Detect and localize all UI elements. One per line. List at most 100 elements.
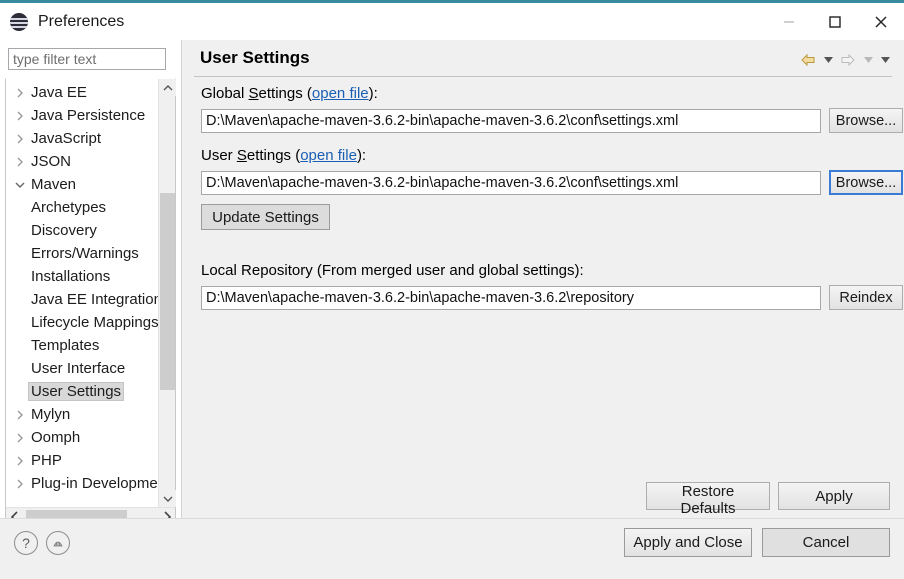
user-settings-path-input[interactable] xyxy=(201,170,821,195)
sidebar-item-label: JavaScript xyxy=(31,130,102,147)
chevron-right-icon[interactable] xyxy=(12,157,28,167)
sidebar-item-label: Errors/Warnings xyxy=(31,245,139,262)
page-navigation xyxy=(798,50,892,70)
dialog-action-buttons: Apply and Close Cancel xyxy=(624,528,890,557)
restore-defaults-button[interactable]: Restore Defaults xyxy=(646,482,770,517)
sidebar-item-label: Java Persistence xyxy=(31,107,146,124)
sidebar-item-user-interface[interactable]: User Interface xyxy=(6,357,158,380)
dialog-footer: ? Apply and Close Cancel xyxy=(0,518,904,579)
sidebar-item-javascript[interactable]: JavaScript xyxy=(6,127,158,150)
global-settings-browse-button[interactable]: Browse... xyxy=(829,108,903,133)
sidebar-item-php[interactable]: PHP xyxy=(6,449,158,472)
global-settings-label-mnemonic: S xyxy=(248,85,259,102)
sidebar-item-label: User Interface xyxy=(31,360,126,377)
chevron-up-icon[interactable] xyxy=(159,79,176,96)
chevron-right-icon[interactable] xyxy=(12,456,28,466)
global-settings-label-end: ): xyxy=(368,85,378,102)
preferences-sidebar: Java EE Java Persistence JavaScript JSON Mav… xyxy=(0,40,181,526)
sidebar-item-installations[interactable]: Installations xyxy=(6,265,158,288)
sidebar-item-plug-in-development[interactable]: Plug-in Development xyxy=(6,472,158,495)
reindex-button[interactable]: Reindex xyxy=(829,285,903,310)
form-spacer xyxy=(182,230,904,262)
global-settings-open-file-link[interactable]: open file xyxy=(312,85,369,102)
user-settings-form: Global Settings (open file): Browse... U… xyxy=(182,85,904,324)
sidebar-item-lifecycle-mappings[interactable]: Lifecycle Mappings xyxy=(6,311,158,334)
minimize-button[interactable] xyxy=(766,5,812,39)
local-repository-path-input[interactable] xyxy=(201,285,821,310)
chevron-right-icon[interactable] xyxy=(12,88,28,98)
maximize-button[interactable] xyxy=(812,5,858,39)
tree-list: Java EE Java Persistence JavaScript JSON Mav… xyxy=(6,79,158,495)
sidebar-item-label: User Settings xyxy=(28,382,125,401)
sidebar-item-java-ee[interactable]: Java EE xyxy=(6,81,158,104)
sidebar-item-label: Installations xyxy=(31,268,111,285)
window-controls xyxy=(766,3,904,40)
chevron-right-icon[interactable] xyxy=(12,111,28,121)
preferences-dialog: Preferences Java EE Java Persistence JavaS… xyxy=(0,0,904,579)
user-settings-browse-button[interactable]: Browse... xyxy=(829,170,903,195)
chevron-right-icon[interactable] xyxy=(12,410,28,420)
forward-dropdown-chevron-down-icon xyxy=(861,50,875,70)
preferences-tree: Java EE Java Persistence JavaScript JSON Mav… xyxy=(5,78,176,526)
apply-and-close-button[interactable]: Apply and Close xyxy=(624,528,752,557)
forward-arrow-icon xyxy=(838,50,858,70)
sidebar-item-maven[interactable]: Maven xyxy=(6,173,158,196)
close-button[interactable] xyxy=(858,5,904,39)
sidebar-item-label: Archetypes xyxy=(31,199,107,216)
back-dropdown-chevron-down-icon[interactable] xyxy=(821,50,835,70)
user-settings-label-prefix: User xyxy=(201,147,237,164)
sidebar-item-label: Oomph xyxy=(31,429,81,446)
filter-input[interactable] xyxy=(8,48,166,70)
sidebar-item-label: Java EE Integration xyxy=(31,291,158,308)
oomph-shell-icon[interactable] xyxy=(46,531,70,555)
user-settings-label: User Settings (open file): xyxy=(201,147,904,164)
sidebar-item-label: Templates xyxy=(31,337,100,354)
preferences-page: User Settings Global Settings (open file… xyxy=(181,40,904,522)
sidebar-item-label: PHP xyxy=(31,452,62,469)
update-settings-button[interactable]: Update Settings xyxy=(201,204,330,230)
user-settings-row: Browse... xyxy=(201,170,904,195)
sidebar-item-mylyn[interactable]: Mylyn xyxy=(6,403,158,426)
user-settings-label-mnemonic: S xyxy=(236,147,247,164)
global-settings-path-input[interactable] xyxy=(201,108,821,133)
tree-vertical-scroll-thumb[interactable] xyxy=(160,193,175,390)
global-settings-row: Browse... xyxy=(201,108,904,133)
user-settings-label-suffix: ettings ( xyxy=(246,147,301,164)
user-settings-open-file-link[interactable]: open file xyxy=(300,147,357,164)
user-settings-label-end: ): xyxy=(356,147,367,164)
back-arrow-icon[interactable] xyxy=(798,50,818,70)
cancel-button[interactable]: Cancel xyxy=(762,528,890,557)
chevron-down-icon[interactable] xyxy=(159,490,176,507)
sidebar-item-user-settings[interactable]: User Settings xyxy=(6,380,158,403)
eclipse-icon xyxy=(10,12,28,31)
page-menu-chevron-down-icon[interactable] xyxy=(878,50,892,70)
page-action-buttons: Restore Defaults Apply xyxy=(646,482,890,517)
global-settings-label-prefix: Global xyxy=(201,85,249,102)
local-repository-row: Reindex xyxy=(201,285,904,310)
sidebar-item-label: JSON xyxy=(31,153,72,170)
sidebar-item-label: Discovery xyxy=(31,222,97,239)
header-divider xyxy=(194,76,892,77)
sidebar-item-discovery[interactable]: Discovery xyxy=(6,219,158,242)
apply-button[interactable]: Apply xyxy=(778,482,890,510)
sidebar-item-label: Lifecycle Mappings xyxy=(31,314,158,331)
question-mark-icon[interactable]: ? xyxy=(14,531,38,555)
sidebar-item-label: Java EE xyxy=(31,84,87,101)
sidebar-item-label: Plug-in Development xyxy=(31,475,158,492)
global-settings-label: Global Settings (open file): xyxy=(201,85,904,102)
chevron-down-icon[interactable] xyxy=(12,181,28,189)
chevron-right-icon[interactable] xyxy=(12,433,28,443)
chevron-right-icon[interactable] xyxy=(12,134,28,144)
chevron-right-icon[interactable] xyxy=(12,479,28,489)
sidebar-item-java-ee-integration[interactable]: Java EE Integration xyxy=(6,288,158,311)
sidebar-item-templates[interactable]: Templates xyxy=(6,334,158,357)
sidebar-item-oomph[interactable]: Oomph xyxy=(6,426,158,449)
sidebar-item-json[interactable]: JSON xyxy=(6,150,158,173)
tree-vertical-scrollbar[interactable] xyxy=(158,79,176,507)
sidebar-item-java-persistence[interactable]: Java Persistence xyxy=(6,104,158,127)
sidebar-item-errors-warnings[interactable]: Errors/Warnings xyxy=(6,242,158,265)
sidebar-item-archetypes[interactable]: Archetypes xyxy=(6,196,158,219)
local-repository-label: Local Repository (From merged user and g… xyxy=(201,262,584,279)
window-title: Preferences xyxy=(38,12,125,30)
page-header: User Settings xyxy=(182,40,904,76)
